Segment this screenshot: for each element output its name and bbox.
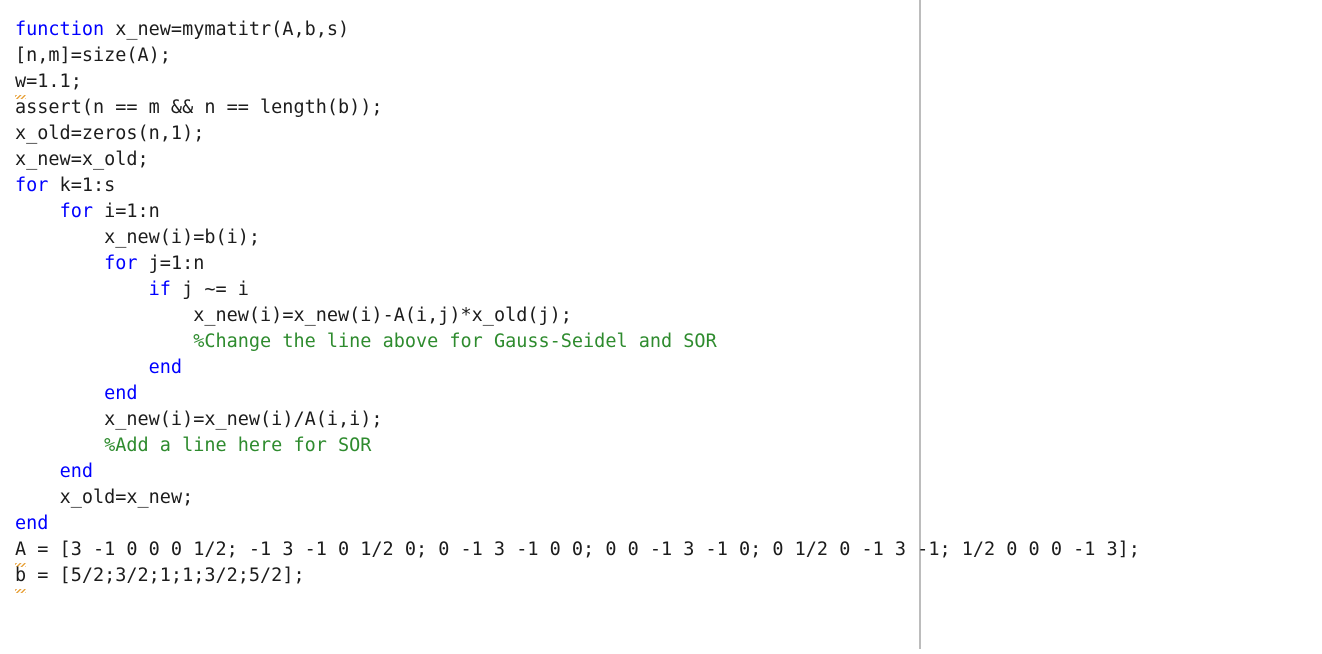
code-token: x_new(i)=x_new(i)-A(i,j)*x_old(j); [193, 305, 572, 326]
code-line[interactable]: for k=1:s [15, 173, 1322, 199]
code-token: =1.1; [26, 71, 82, 92]
code-token-warning: b [15, 563, 27, 593]
code-token: x_new=mymatitr(A,b,s) [104, 19, 350, 40]
code-token: = [5/2;3/2;1;1;3/2;5/2]; [26, 565, 305, 586]
code-token: = [3 -1 0 0 0 1/2; -1 3 -1 0 1/2 0; 0 -1… [26, 539, 1140, 560]
code-keyword: end [59, 461, 93, 482]
code-keyword: end [15, 513, 49, 534]
code-keyword: function [15, 19, 105, 40]
code-token: x_new(i)=x_new(i)/A(i,i); [104, 409, 383, 430]
code-token: x_old=zeros(n,1); [15, 123, 205, 144]
code-keyword: if [148, 279, 171, 300]
code-token: i=1:n [92, 201, 160, 222]
code-token: assert(n == m && n == length(b)); [15, 97, 383, 118]
code-token: k=1:s [48, 175, 116, 196]
code-keyword: end [104, 383, 138, 404]
code-line[interactable]: %Change the line above for Gauss-Seidel … [15, 329, 1322, 355]
code-line[interactable]: b = [5/2;3/2;1;1;3/2;5/2]; [15, 563, 1322, 593]
code-line[interactable]: [n,m]=size(A); [15, 43, 1322, 69]
code-comment: %Change the line above for Gauss-Seidel … [193, 331, 717, 352]
code-token: [n,m]=size(A); [15, 45, 171, 66]
code-token: j ~= i [170, 279, 249, 300]
code-line[interactable]: x_old=x_new; [15, 485, 1322, 511]
code-line[interactable]: x_new=x_old; [15, 147, 1322, 173]
code-line[interactable]: A = [3 -1 0 0 0 1/2; -1 3 -1 0 1/2 0; 0 … [15, 537, 1322, 567]
code-text-area[interactable]: function x_new=mymatitr(A,b,s) [n,m]=size… [0, 0, 1322, 654]
code-line[interactable]: function x_new=mymatitr(A,b,s) [15, 17, 1322, 43]
code-token: x_new(i)=b(i); [104, 227, 261, 248]
code-line[interactable]: end [15, 381, 1322, 407]
code-keyword: for [104, 253, 138, 274]
code-comment: %Add a line here for SOR [104, 435, 372, 456]
code-line[interactable]: if j ~= i [15, 277, 1322, 303]
code-token-warning: w [15, 69, 27, 99]
code-line[interactable]: end [15, 459, 1322, 485]
code-line[interactable]: x_new(i)=x_new(i)/A(i,i); [15, 407, 1322, 433]
code-token: x_old=x_new; [59, 487, 194, 508]
code-line[interactable]: assert(n == m && n == length(b)); [15, 95, 1322, 121]
code-line[interactable]: %Add a line here for SOR [15, 433, 1322, 459]
code-line[interactable]: end [15, 511, 1322, 537]
code-keyword: for [15, 175, 49, 196]
code-line[interactable]: w=1.1; [15, 69, 1322, 99]
code-line[interactable]: x_new(i)=b(i); [15, 225, 1322, 251]
code-line[interactable]: end [15, 355, 1322, 381]
matlab-code-editor[interactable]: function x_new=mymatitr(A,b,s) [n,m]=size… [0, 0, 1322, 654]
code-line[interactable]: x_new(i)=x_new(i)-A(i,j)*x_old(j); [15, 303, 1322, 329]
code-line[interactable]: x_old=zeros(n,1); [15, 121, 1322, 147]
code-keyword: for [59, 201, 93, 222]
code-token: x_new=x_old; [15, 149, 149, 170]
code-line[interactable]: for j=1:n [15, 251, 1322, 277]
code-line[interactable]: for i=1:n [15, 199, 1322, 225]
code-keyword: end [148, 357, 183, 378]
code-token: j=1:n [137, 253, 205, 274]
code-token-warning: A [15, 537, 27, 567]
